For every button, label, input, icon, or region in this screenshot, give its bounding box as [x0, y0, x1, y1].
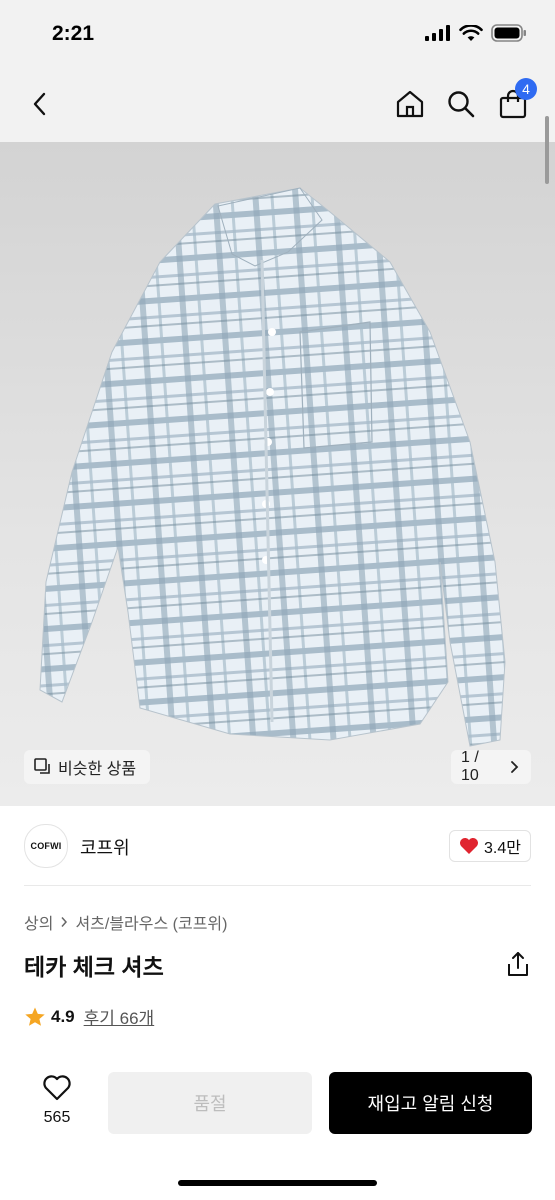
image-pager[interactable]: 1 / 10 — [451, 749, 531, 784]
product-image-carousel[interactable]: 비슷한 상품 1 / 10 — [0, 142, 555, 806]
signal-icon — [425, 25, 450, 41]
similar-products-label: 비슷한 상품 — [58, 761, 137, 778]
chevron-right-icon — [61, 917, 68, 927]
reviews-link[interactable]: 후기 66개 — [84, 1004, 155, 1029]
wishlist-button[interactable]: 565 — [34, 1074, 80, 1127]
status-bar: 2:21 — [0, 0, 555, 66]
brand-like-count: 3.4만 — [484, 840, 521, 857]
cart-button[interactable]: 4 — [493, 78, 537, 124]
heart-filled-icon — [460, 838, 479, 854]
share-button[interactable] — [505, 950, 531, 978]
product-image — [39, 187, 506, 747]
rating-row: 4.9 후기 66개 — [24, 1004, 154, 1029]
bottom-action-bar: 565 품절 재입고 알림 신청 — [0, 1060, 555, 1200]
nav-bar: 4 — [0, 66, 555, 142]
similar-products-button[interactable]: 비슷한 상품 — [24, 750, 150, 784]
soldout-button[interactable]: 품절 — [108, 1072, 312, 1134]
status-time: 2:21 — [52, 22, 95, 45]
home-button[interactable] — [390, 84, 430, 124]
home-indicator[interactable] — [178, 1180, 377, 1186]
share-icon — [508, 952, 528, 976]
restock-notify-button[interactable]: 재입고 알림 신청 — [329, 1072, 532, 1134]
rating-value: 4.9 — [51, 1006, 75, 1026]
wishlist-count: 565 — [43, 1109, 71, 1126]
image-pager-label: 1 / 10 — [461, 749, 479, 784]
brand-name[interactable]: 코프위 — [80, 834, 130, 860]
breadcrumb-category[interactable]: 상의 — [24, 910, 53, 934]
product-title: 테카 체크 셔츠 — [24, 954, 164, 980]
brand-row: COFWI 코프위 3.4만 — [0, 818, 555, 880]
chevron-left-icon — [33, 92, 46, 116]
cart-count-badge: 4 — [515, 78, 537, 100]
wifi-icon — [459, 24, 483, 41]
brand-like-button[interactable]: 3.4만 — [449, 830, 531, 862]
battery-icon — [491, 24, 526, 42]
chevron-right-icon — [511, 761, 519, 773]
copy-icon — [34, 758, 50, 774]
home-icon — [396, 90, 424, 118]
divider — [24, 885, 531, 886]
scrollbar[interactable] — [545, 116, 549, 184]
brand-logo[interactable]: COFWI — [24, 824, 68, 868]
breadcrumb-subcategory[interactable]: 셔츠/블라우스 (코프위) — [75, 910, 227, 934]
heart-outline-icon — [43, 1075, 71, 1101]
back-button[interactable] — [20, 84, 60, 124]
breadcrumb: 상의 셔츠/블라우스 (코프위) — [24, 910, 227, 934]
star-icon — [25, 1007, 45, 1026]
status-icons — [425, 24, 527, 42]
search-button[interactable] — [441, 84, 481, 124]
search-icon — [448, 91, 475, 118]
